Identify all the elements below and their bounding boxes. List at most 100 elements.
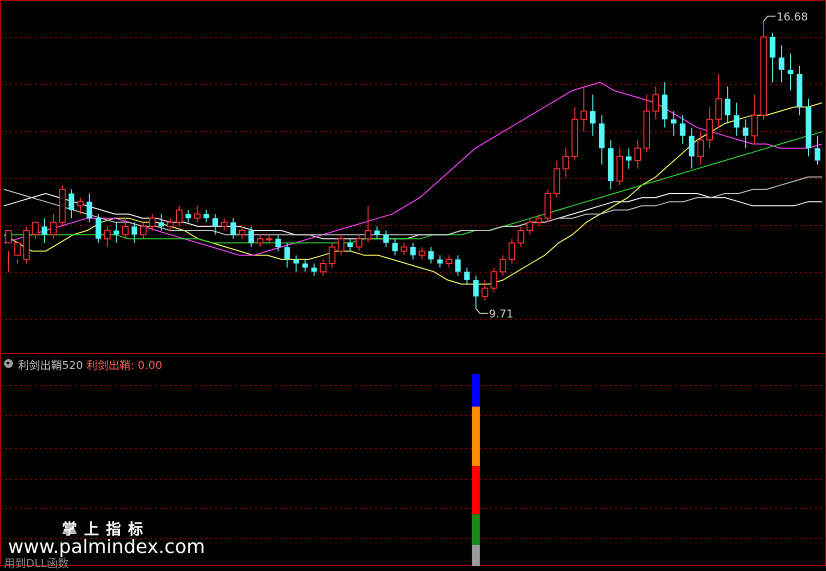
candle-72	[652, 86, 659, 120]
candle-51	[464, 267, 470, 285]
indicator-segment-3	[471, 514, 480, 545]
candle-90	[814, 135, 821, 165]
candle-68	[616, 148, 624, 186]
candle-34	[311, 263, 317, 276]
candle-body	[203, 214, 210, 219]
candle-6	[59, 185, 66, 227]
candle-37	[337, 234, 345, 256]
candle-body	[14, 242, 21, 256]
candle-26	[238, 226, 246, 239]
candle-body	[374, 230, 380, 235]
candle-63	[571, 106, 579, 161]
candle-29	[265, 234, 273, 243]
candle-body	[598, 123, 605, 149]
candle-body	[688, 135, 695, 157]
candle-body	[490, 271, 498, 289]
candle-35	[319, 259, 327, 276]
stock-chart: 16.68 9.71	[0, 0, 826, 566]
candle-84	[760, 21, 767, 120]
candle-44	[400, 242, 408, 256]
candle-7	[68, 189, 75, 219]
candle-12	[113, 222, 120, 243]
candle-79	[715, 74, 722, 128]
indicator-bar	[471, 374, 480, 566]
candle-body	[122, 225, 129, 236]
candle-21	[193, 205, 201, 223]
max-price-pointer	[763, 15, 776, 22]
bottom-status-text: 用到DLL函数	[4, 557, 69, 570]
candle-46	[418, 247, 426, 260]
candle-body	[400, 246, 408, 252]
candle-body	[526, 221, 534, 232]
candle-24	[220, 218, 228, 231]
candle-body	[508, 242, 516, 260]
indicator-value: 利剑出鞘: 0.00	[86, 359, 163, 372]
candle-47	[428, 247, 434, 264]
indicator-grid	[0, 385, 826, 539]
candle-42	[383, 230, 389, 248]
candle-45	[410, 242, 416, 260]
candle-64	[580, 86, 588, 132]
candle-10	[95, 214, 102, 243]
candle-body	[652, 94, 659, 112]
candle-61	[553, 160, 561, 198]
candle-13	[122, 218, 129, 239]
candle-body	[193, 213, 201, 219]
candle-31	[284, 242, 290, 268]
candle-body	[392, 242, 398, 252]
candle-88	[796, 65, 803, 116]
indicator-segment-1	[471, 406, 480, 467]
candle-body	[149, 217, 156, 227]
indicator-segment-4	[471, 544, 480, 566]
candle-body	[364, 230, 372, 240]
candle-39	[355, 234, 363, 252]
candle-60	[544, 189, 552, 223]
candle-53	[481, 279, 489, 301]
candle-body	[562, 155, 570, 170]
candle-body	[418, 250, 426, 256]
candle-32	[293, 255, 299, 272]
candle-56	[508, 238, 516, 264]
price-annotations: 16.68 9.71	[475, 10, 808, 320]
candle-body	[86, 201, 93, 219]
candle-18	[167, 218, 174, 231]
candle-69	[625, 148, 632, 169]
candle-body	[751, 114, 758, 137]
candle-body	[670, 119, 677, 124]
candle-body	[499, 258, 507, 273]
candle-body	[517, 230, 525, 244]
candle-11	[104, 226, 111, 248]
candle-body	[464, 271, 470, 280]
candle-41	[374, 226, 380, 239]
candle-body	[158, 222, 165, 227]
candle-78	[706, 106, 713, 149]
candle-66	[598, 115, 605, 165]
candle-19	[175, 205, 183, 227]
candle-body	[293, 259, 299, 264]
min-price-label: 9.71	[489, 307, 514, 320]
candle-86	[778, 45, 785, 83]
candle-body	[473, 279, 479, 297]
candle-body	[796, 74, 803, 107]
candle-body	[410, 247, 416, 256]
candle-57	[517, 226, 525, 248]
candle-body	[383, 234, 389, 243]
candle-body	[571, 118, 579, 157]
candle-body	[104, 230, 111, 240]
candle-71	[643, 94, 651, 153]
candle-body	[212, 218, 219, 227]
candle-body	[220, 221, 228, 227]
candle-73	[661, 82, 668, 128]
candle-body	[455, 259, 461, 272]
candle-22	[203, 209, 210, 223]
candle-body	[311, 267, 317, 272]
candle-85	[769, 32, 776, 83]
candle-body	[355, 238, 363, 248]
candle-body	[319, 263, 327, 273]
candle-20	[185, 209, 192, 223]
candle-body	[742, 127, 749, 136]
collapse-icon[interactable]	[4, 359, 13, 368]
candle-28	[256, 234, 264, 248]
candle-body	[661, 94, 668, 120]
indicator-segment-0	[471, 374, 480, 407]
